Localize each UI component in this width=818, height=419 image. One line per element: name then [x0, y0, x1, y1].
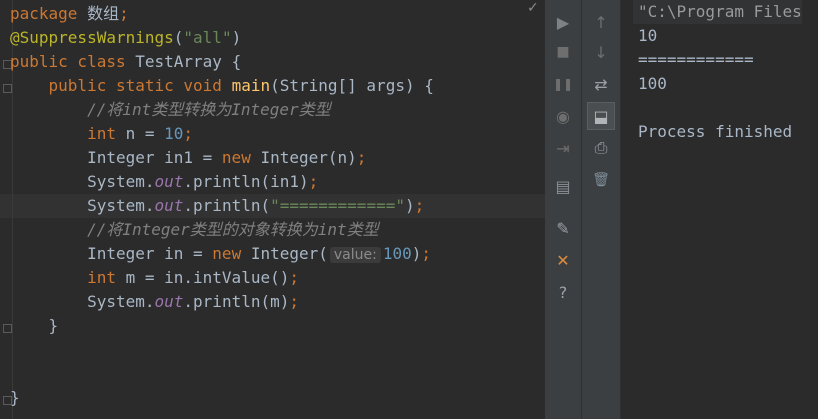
code-token: Integer(n)	[260, 148, 357, 167]
code-line[interactable]: System.out.println(m);	[10, 290, 299, 314]
code-token: )	[404, 196, 415, 215]
code-token: main	[231, 76, 271, 95]
console-output-line: 10	[638, 26, 658, 45]
code-line[interactable]: public static void main(String[] args) {	[10, 74, 434, 98]
code-token: .println(in1)	[183, 172, 309, 191]
code-line[interactable]: package 数组;	[10, 2, 129, 26]
layout-icon[interactable]: ▤	[549, 172, 577, 200]
inspection-ok-icon: ✓	[527, 0, 539, 16]
code-token: 100	[382, 244, 412, 263]
console-output-line: 100	[638, 74, 667, 93]
code-token: TestArray {	[135, 52, 242, 71]
exit-icon[interactable]: ⇥	[549, 134, 577, 162]
camera-icon[interactable]: ◉	[549, 102, 577, 130]
code-token: package	[10, 4, 88, 23]
parameter-hint: value:	[329, 247, 381, 263]
code-line[interactable]: Integer in = new Integer(value: 100);	[10, 242, 431, 266]
code-line[interactable]: Integer in1 = new Integer(n);	[10, 146, 366, 170]
code-token: @SuppressWarnings	[10, 28, 174, 47]
code-token: int	[87, 268, 126, 287]
code-line[interactable]: System.out.println(in1);	[10, 170, 318, 194]
stop-icon[interactable]: ■	[549, 38, 577, 66]
code-token: ;	[119, 4, 129, 23]
code-token: ;	[414, 196, 425, 215]
code-token: int	[87, 124, 126, 143]
code-token: ;	[356, 148, 367, 167]
run-icon[interactable]: ▶	[549, 8, 577, 36]
soft-wrap-icon[interactable]: ⇄	[587, 70, 615, 98]
code-line[interactable]: }	[10, 386, 20, 410]
code-token: m = in.intValue()	[125, 268, 290, 287]
code-token: //将Integer类型的对象转换为int类型	[10, 220, 379, 239]
up-arrow-icon[interactable]: ↑	[587, 8, 615, 36]
code-line[interactable]: }	[10, 314, 59, 338]
code-token: "============"	[270, 196, 405, 215]
code-token: ;	[289, 292, 300, 311]
trash-icon[interactable]: 🗑	[587, 166, 615, 194]
code-token: //将int类型转换为Integer类型	[10, 100, 331, 119]
code-line[interactable]: //将int类型转换为Integer类型	[10, 98, 331, 122]
run-toolbar: ▶ ■ ❚❚ ◉ ⇥ ▤ ✎ ✕ ?	[545, 0, 581, 419]
code-token: )	[231, 28, 242, 47]
code-token: out	[154, 172, 184, 191]
code-line[interactable]: //将Integer类型的对象转换为int类型	[10, 218, 379, 242]
console-process-status: Process finished	[638, 122, 793, 141]
scroll-to-end-icon[interactable]: ⬓	[587, 102, 615, 130]
code-token: Integer(	[250, 244, 328, 263]
code-token: out	[154, 292, 184, 311]
help-icon[interactable]: ?	[549, 278, 577, 306]
pause-icon[interactable]: ❚❚	[549, 70, 577, 98]
code-token: Integer in =	[10, 244, 213, 263]
code-token: 数组	[87, 4, 120, 23]
code-token: (	[173, 28, 184, 47]
code-line[interactable]: int m = in.intValue();	[10, 266, 299, 290]
code-token: ;	[421, 244, 432, 263]
code-token: new	[212, 244, 251, 263]
code-line[interactable]: int n = 10;	[10, 122, 193, 146]
code-line[interactable]: @SuppressWarnings("all")	[10, 26, 241, 50]
console-command-line: "C:\Program Files	[633, 0, 802, 24]
code-token: public class	[10, 52, 136, 71]
pin-icon[interactable]: ✎	[549, 214, 577, 242]
code-token: "all"	[183, 28, 232, 47]
code-token: 10	[164, 124, 184, 143]
code-token: .println(	[183, 196, 271, 215]
code-token: ;	[183, 124, 194, 143]
code-token: out	[154, 196, 184, 215]
code-line[interactable]: public class TestArray {	[10, 50, 241, 74]
code-token: ;	[308, 172, 319, 191]
code-token: System.	[10, 196, 155, 215]
code-token: (String[] args) {	[270, 76, 434, 95]
code-line[interactable]: System.out.println("============");	[10, 194, 424, 218]
code-token: public static void	[48, 76, 232, 95]
code-token: System.	[10, 292, 155, 311]
code-token: }	[10, 388, 20, 407]
console-output-line: ============	[638, 50, 754, 69]
code-token: System.	[10, 172, 155, 191]
code-token: Integer in1 =	[10, 148, 222, 167]
code-token: new	[221, 148, 261, 167]
print-icon[interactable]: ⎙	[587, 134, 615, 162]
code-token: ;	[289, 268, 299, 287]
code-token: }	[10, 316, 59, 335]
down-arrow-icon[interactable]: ↓	[587, 38, 615, 66]
code-token: n =	[125, 124, 165, 143]
code-token: )	[411, 244, 422, 263]
console-toolbar: ↑ ↓ ⇄ ⬓ ⎙ 🗑	[582, 0, 620, 419]
run-console[interactable]: "C:\Program Files 10 ============ 100 Pr…	[621, 0, 818, 419]
close-icon[interactable]: ✕	[549, 246, 577, 274]
code-token: .println(m)	[183, 292, 290, 311]
code-editor[interactable]: package 数组; @SuppressWarnings("all") publi…	[0, 0, 545, 419]
